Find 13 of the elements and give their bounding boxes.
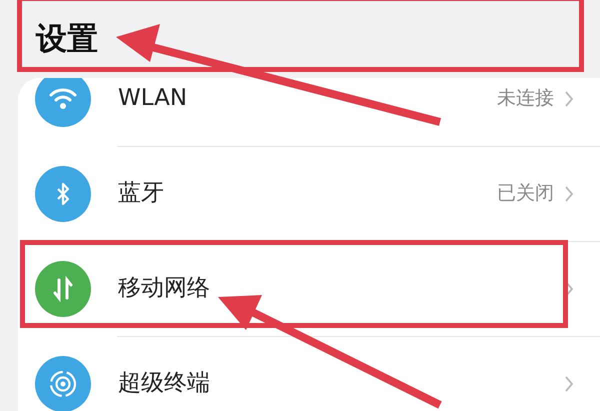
settings-row[interactable]: 蓝牙 已关闭 xyxy=(18,146,600,241)
page-title: 设置 xyxy=(36,20,98,59)
row-status: 未连接 xyxy=(497,86,554,112)
row-status: 已关闭 xyxy=(497,181,554,206)
settings-row[interactable]: 超级终端 xyxy=(18,336,600,411)
row-label: 移动网络 xyxy=(118,274,210,304)
settings-row[interactable]: WLAN 未连接 xyxy=(18,78,600,146)
row-label: 超级终端 xyxy=(118,369,210,398)
chevron-icon xyxy=(564,90,574,108)
chevron-icon xyxy=(564,374,574,392)
row-label: WLAN xyxy=(118,84,188,114)
chevron-icon xyxy=(564,184,574,202)
row-label: 蓝牙 xyxy=(118,179,164,208)
